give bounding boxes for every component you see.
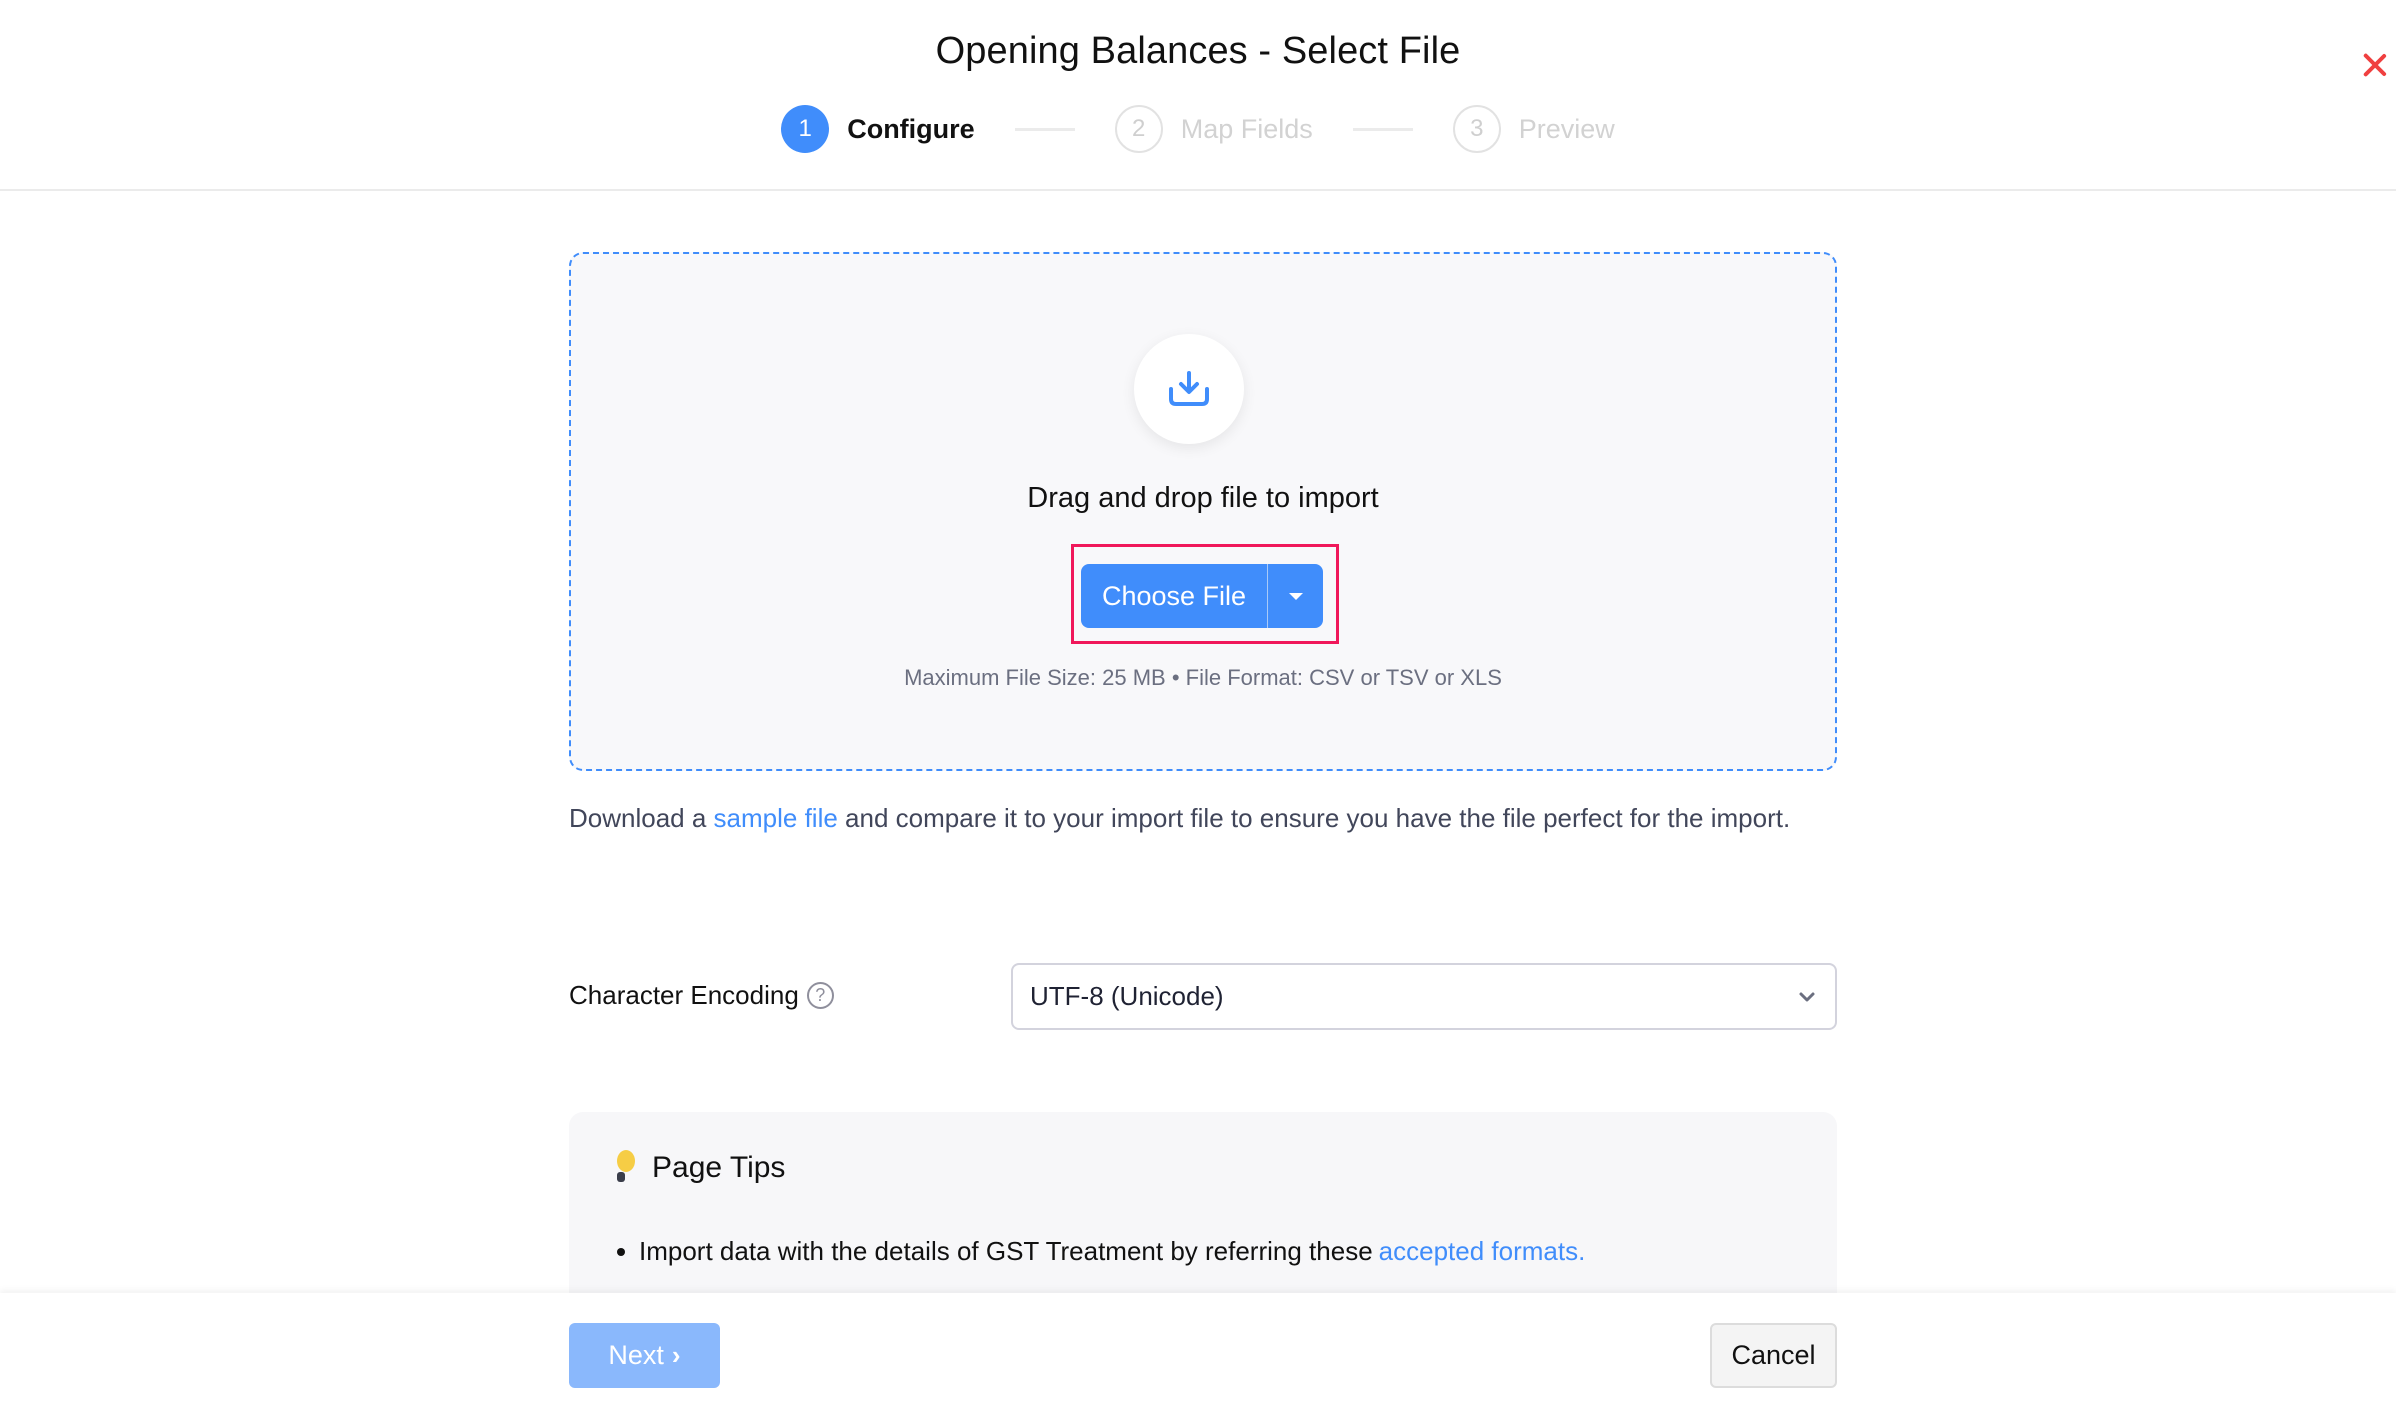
bullet [617, 1247, 625, 1256]
step-number: 1 [781, 105, 830, 153]
drop-zone-heading: Drag and drop file to import [1027, 482, 1379, 514]
encoding-label-text: Character Encoding [569, 980, 799, 1010]
sample-file-hint: Download a sample file and compare it to… [569, 797, 1837, 839]
accepted-formats-link[interactable]: accepted formats. [1379, 1236, 1586, 1267]
hint-suffix: and compare it to your import file to en… [837, 803, 1791, 833]
download-tray-icon [1169, 371, 1209, 406]
chevron-down-icon [1799, 992, 1815, 1002]
next-button[interactable]: Next › [569, 1323, 720, 1388]
step-label: Configure [847, 113, 975, 144]
page-tips-header: Page Tips [614, 1150, 785, 1186]
file-constraints-text: Maximum File Size: 25 MB • File Format: … [904, 665, 1502, 690]
sample-file-link[interactable]: sample file [714, 803, 838, 833]
character-encoding-label: Character Encoding ? [569, 980, 834, 1011]
page-tips-title: Page Tips [652, 1151, 786, 1184]
tip-item: Import data with the details of GST Trea… [617, 1236, 1585, 1267]
character-encoding-select[interactable]: UTF-8 (Unicode) [1011, 963, 1837, 1030]
choose-file-button-group[interactable]: Choose File [1081, 564, 1323, 628]
step-separator [1352, 127, 1413, 131]
tip-text: Import data with the details of GST Trea… [639, 1236, 1373, 1266]
caret-down-icon [1288, 592, 1303, 600]
lightbulb-icon [617, 1150, 635, 1182]
next-label: Next [608, 1340, 664, 1370]
modal-footer: Next › Cancel [0, 1293, 2396, 1416]
step-configure: 1 Configure [781, 105, 975, 153]
chevron-right-icon: › [671, 1340, 681, 1370]
file-drop-zone[interactable]: Drag and drop file to import Choose File… [569, 252, 1837, 771]
step-map-fields: 2 Map Fields [1114, 105, 1313, 153]
help-icon[interactable]: ? [806, 982, 834, 1009]
selected-encoding: UTF-8 (Unicode) [1030, 981, 1224, 1011]
stepper: 1 Configure 2 Map Fields 3 Preview [0, 104, 2396, 154]
close-icon[interactable] [2362, 52, 2388, 78]
cancel-button[interactable]: Cancel [1710, 1323, 1837, 1388]
step-number: 2 [1114, 105, 1163, 153]
step-number: 3 [1452, 105, 1501, 153]
step-preview: 3 Preview [1452, 105, 1615, 153]
modal-header: Opening Balances - Select File 1 Configu… [0, 0, 2396, 191]
page-title: Opening Balances - Select File [935, 30, 1461, 72]
step-label: Preview [1518, 113, 1615, 144]
choose-file-button[interactable]: Choose File [1081, 564, 1268, 628]
upload-icon-container [1134, 334, 1244, 444]
step-label: Map Fields [1180, 113, 1313, 144]
step-separator [1014, 127, 1075, 131]
hint-prefix: Download a [569, 803, 714, 833]
file-constraints: Maximum File Size: 25 MB • File Format: … [571, 657, 1835, 698]
choose-file-dropdown-toggle[interactable] [1268, 564, 1323, 628]
